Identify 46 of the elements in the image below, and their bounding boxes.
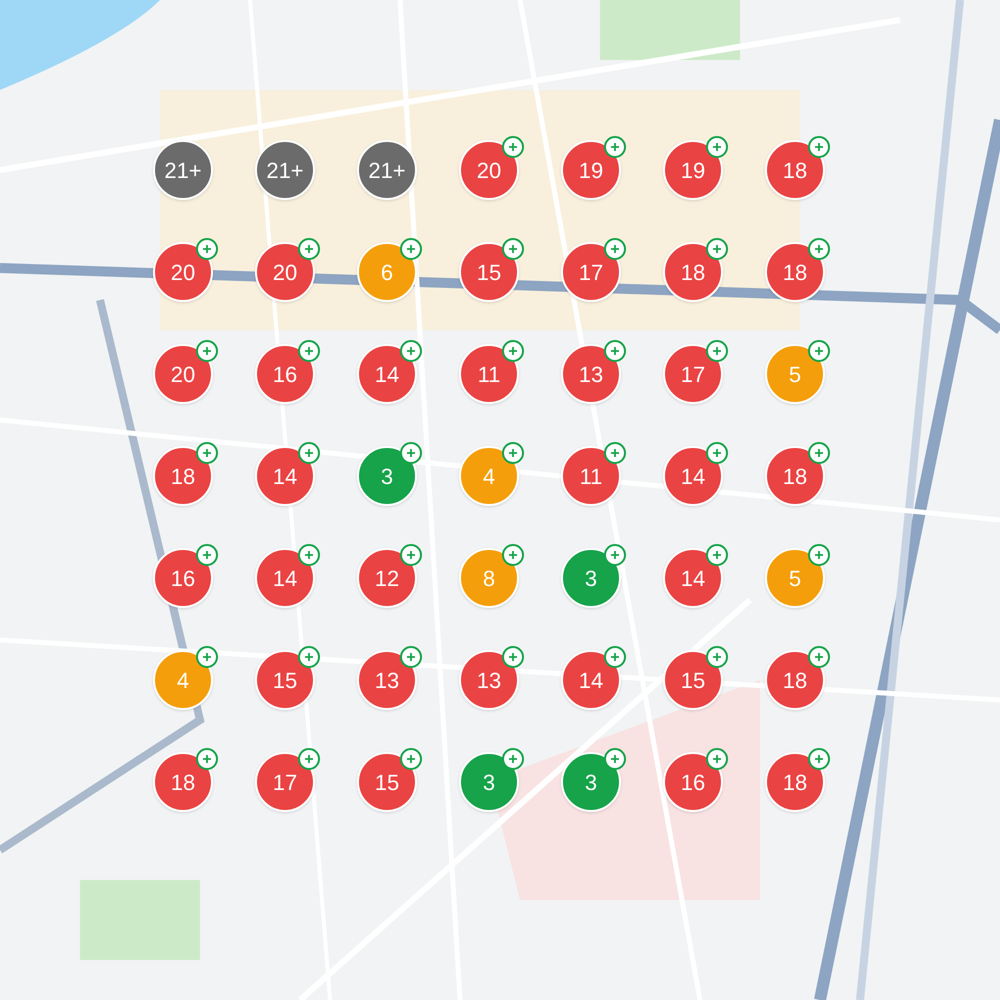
plus-icon [508, 550, 518, 560]
plus-icon [610, 754, 620, 764]
plus-icon [202, 346, 212, 356]
plus-icon [610, 448, 620, 458]
plus-icon [814, 142, 824, 152]
plus-icon [304, 550, 314, 560]
plus-icon [406, 652, 416, 662]
plus-icon [508, 346, 518, 356]
plus-icon [610, 346, 620, 356]
plus-icon [610, 244, 620, 254]
plus-icon [304, 652, 314, 662]
plus-icon [508, 754, 518, 764]
plus-icon [610, 550, 620, 560]
plus-icon [202, 652, 212, 662]
plus-icon [508, 652, 518, 662]
plus-icon [814, 550, 824, 560]
plus-icon [712, 550, 722, 560]
plus-icon [406, 448, 416, 458]
plus-icon [406, 346, 416, 356]
plus-icon [202, 754, 212, 764]
plus-icon [202, 550, 212, 560]
plus-icon [712, 244, 722, 254]
plus-icon [304, 754, 314, 764]
plus-icon [712, 754, 722, 764]
plus-icon [508, 142, 518, 152]
plus-icon [814, 448, 824, 458]
plus-icon [304, 244, 314, 254]
plus-icon [814, 652, 824, 662]
plus-icon [508, 448, 518, 458]
plus-icon [712, 346, 722, 356]
plus-icon [712, 448, 722, 458]
plus-icon [712, 142, 722, 152]
plus-icon [304, 346, 314, 356]
plus-icon [304, 448, 314, 458]
plus-icon [814, 754, 824, 764]
plus-icon [610, 652, 620, 662]
plus-icon [202, 244, 212, 254]
plus-icon [202, 448, 212, 458]
plus-icon [406, 244, 416, 254]
plus-icon [814, 346, 824, 356]
plus-icon [814, 244, 824, 254]
plus-icon [406, 754, 416, 764]
plus-icon [712, 652, 722, 662]
plus-icon [406, 550, 416, 560]
plus-icon [610, 142, 620, 152]
plus-icon [508, 244, 518, 254]
